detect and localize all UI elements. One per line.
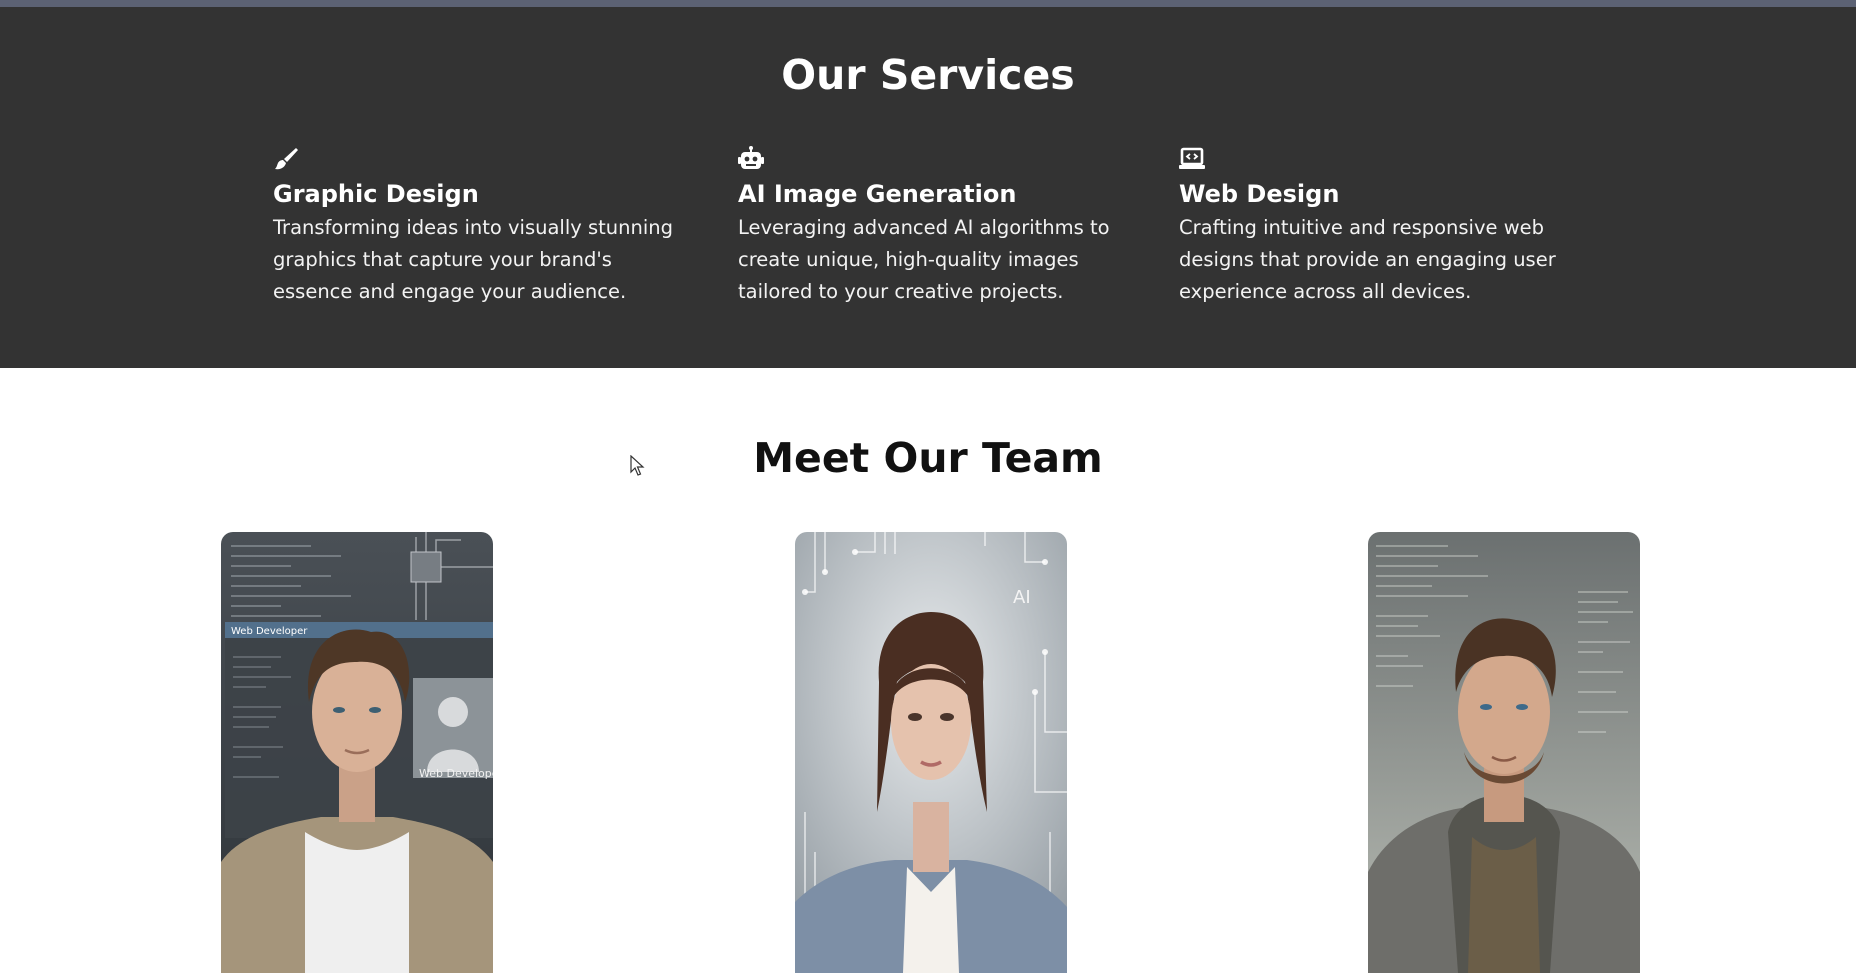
team-member-photo-3 [1368,532,1640,973]
service-name: Graphic Design [273,180,479,208]
photo-caption: AI [1013,587,1031,608]
service-description: Transforming ideas into visually stunnin… [273,216,674,303]
developer-portrait-coding-background [1368,532,1640,973]
web-developer-portrait: Web Developer Web Develope [221,532,493,973]
services-title: Our Services [781,51,1075,99]
service-name: AI Image Generation [738,180,1017,208]
service-web-design: Web Design Crafting intuitive and respon… [1179,146,1579,308]
ai-specialist-portrait: AI [795,532,1067,973]
service-name: Web Design [1179,180,1340,208]
top-bar [0,0,1856,7]
team-member-photo-2: AI [795,532,1067,973]
services-section: Our Services Graphic Design Transforming… [0,7,1856,368]
paintbrush-icon [273,146,299,172]
photo-window-title: Web Developer [231,626,308,637]
service-ai-image-generation: AI Image Generation Leveraging advanced … [738,146,1148,308]
photo-caption: Web Develope [419,767,493,780]
mouse-cursor-icon [630,454,646,477]
robot-icon [738,146,764,172]
team-title: Meet Our Team [753,434,1103,482]
team-member-photo-1: Web Developer Web Develope [221,532,493,973]
service-description: Leveraging advanced AI algorithms to cre… [738,216,1110,303]
service-graphic-design: Graphic Design Transforming ideas into v… [273,146,693,308]
laptop-code-icon [1179,146,1205,172]
service-description: Crafting intuitive and responsive web de… [1179,216,1556,303]
